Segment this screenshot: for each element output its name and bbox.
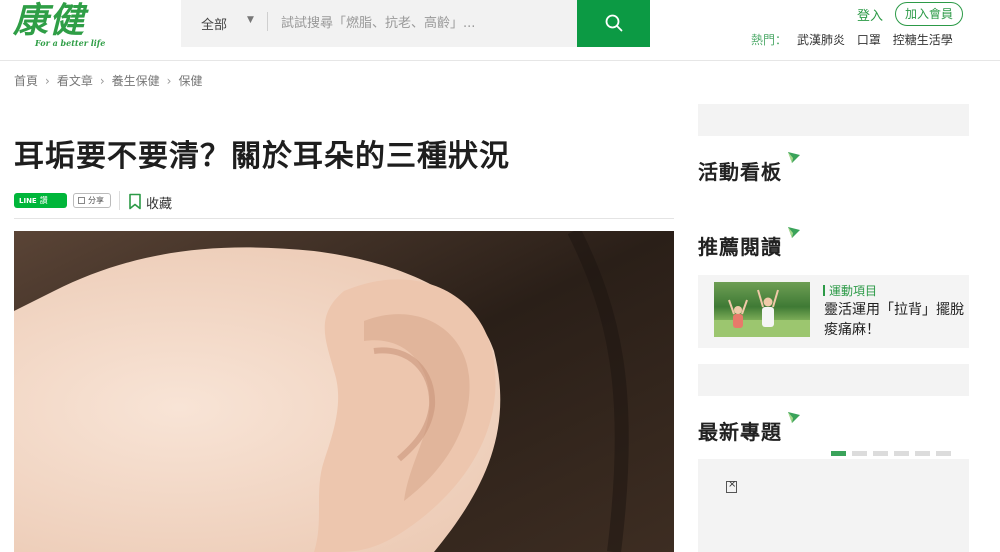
- carousel-dot[interactable]: [852, 451, 867, 456]
- ad-placeholder: [698, 104, 969, 136]
- article-title: 耳垢要不要清？關於耳朵的三種狀況: [14, 139, 510, 174]
- hot-topics-label: 熱門：: [751, 33, 788, 47]
- carousel-dot[interactable]: [873, 451, 888, 456]
- search-category-select[interactable]: 全部 ▼: [181, 0, 267, 47]
- recommended-thumbnail: [714, 282, 810, 337]
- flag-icon: [788, 412, 800, 423]
- carousel-dot[interactable]: [936, 451, 951, 456]
- breadcrumb-item[interactable]: 養生保健: [112, 74, 160, 88]
- breadcrumb-item[interactable]: 看文章: [57, 74, 93, 88]
- search-button[interactable]: [577, 0, 650, 47]
- share-label: 分享: [88, 196, 104, 205]
- carousel-dot[interactable]: [915, 451, 930, 456]
- search-bar: 全部 ▼: [181, 0, 650, 47]
- latest-topics-title: 最新專題: [698, 420, 782, 444]
- carousel-dot[interactable]: [894, 451, 909, 456]
- carousel-dot[interactable]: [831, 451, 846, 456]
- share-button[interactable]: 分享: [73, 193, 111, 208]
- logo-wordmark: 康健: [13, 0, 86, 41]
- hot-topic-link[interactable]: 控糖生活學: [893, 33, 953, 47]
- hot-topic-link[interactable]: 武漢肺炎: [797, 33, 845, 47]
- flag-icon: [788, 152, 800, 163]
- line-like-button[interactable]: LINE 讚: [14, 193, 67, 208]
- search-divider: [267, 12, 268, 31]
- search-input[interactable]: [271, 0, 577, 47]
- hot-topics: 武漢肺炎 口罩 控糖生活學: [797, 31, 961, 48]
- broken-image-icon: [726, 479, 737, 493]
- share-icon: [78, 197, 85, 204]
- ad-placeholder: [698, 364, 969, 396]
- breadcrumb: 首頁 › 看文章 › 養生保健 › 保健: [14, 72, 203, 89]
- article-hero-image: [14, 231, 674, 552]
- ear-photo: [14, 231, 674, 552]
- logo-tagline: For a better life: [35, 38, 106, 48]
- favorite-label: 收藏: [146, 197, 173, 212]
- site-header: 康健 For a better life 全部 ▼ 登入 加入會員 熱門： 武漢…: [0, 0, 1000, 61]
- recommended-article-title: 靈活運用「拉背」擺脫痠痛麻！: [824, 302, 964, 338]
- join-member-button[interactable]: 加入會員: [895, 2, 963, 26]
- latest-topic-card[interactable]: [698, 459, 969, 552]
- line-like-label: 讚: [39, 196, 48, 205]
- chevron-right-icon: ›: [166, 74, 172, 88]
- recommended-title: 推薦閱讀: [698, 235, 782, 259]
- recommended-article-card[interactable]: 運動項目 靈活運用「拉背」擺脫痠痛麻！: [698, 275, 969, 348]
- chevron-right-icon: ›: [99, 74, 105, 88]
- login-link[interactable]: 登入: [857, 5, 883, 24]
- carousel-dots: [831, 441, 957, 456]
- bookmark-icon: [129, 193, 141, 210]
- recommended-category: 運動項目: [823, 282, 877, 299]
- hot-topic-link[interactable]: 口罩: [857, 33, 881, 47]
- flag-icon: [788, 227, 800, 238]
- line-icon: LINE: [19, 197, 37, 205]
- divider: [119, 191, 120, 210]
- caret-down-icon: ▼: [247, 15, 254, 25]
- events-board-title: 活動看板: [698, 160, 782, 184]
- divider: [14, 218, 674, 219]
- search-category-label: 全部: [201, 18, 228, 33]
- site-logo[interactable]: 康健 For a better life: [13, 0, 113, 50]
- breadcrumb-item[interactable]: 首頁: [14, 74, 38, 88]
- breadcrumb-item[interactable]: 保健: [178, 74, 202, 88]
- chevron-right-icon: ›: [45, 74, 50, 88]
- search-icon: [605, 14, 623, 32]
